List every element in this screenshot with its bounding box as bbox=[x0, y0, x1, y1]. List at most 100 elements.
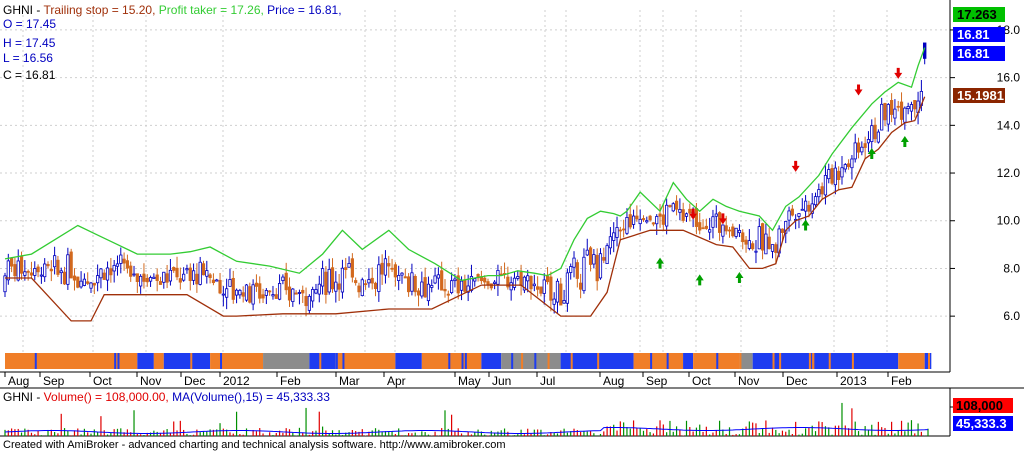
signal-band-segment bbox=[633, 353, 684, 369]
legend-line: GHNI - Trailing stop = 15.20, Profit tak… bbox=[3, 3, 342, 17]
signal-band-stripe bbox=[253, 353, 256, 369]
candle-body bbox=[198, 261, 202, 285]
x-tick-label: Oct bbox=[692, 374, 711, 388]
candle-body bbox=[655, 216, 659, 225]
signal-band-stripe bbox=[765, 353, 768, 369]
signal-band-stripe bbox=[335, 353, 338, 369]
candle-body bbox=[903, 107, 907, 123]
candle-body bbox=[46, 264, 50, 267]
candle-body bbox=[347, 263, 351, 268]
signal-band-stripe bbox=[779, 353, 782, 369]
signal-band-stripe bbox=[342, 353, 345, 369]
signal-band-stripe bbox=[153, 353, 156, 369]
candle-body bbox=[909, 104, 914, 112]
candle-body bbox=[158, 281, 163, 285]
candle-body bbox=[684, 213, 689, 217]
candle-body bbox=[797, 213, 801, 217]
candle-body bbox=[890, 100, 894, 115]
candle-body bbox=[10, 257, 14, 267]
candle-body bbox=[483, 277, 487, 283]
x-tick-label: Oct bbox=[93, 374, 112, 388]
candle-body bbox=[33, 268, 37, 276]
candle-body bbox=[340, 267, 345, 293]
signal-band-stripe bbox=[44, 353, 47, 369]
candle-body bbox=[178, 278, 182, 283]
candle-body bbox=[225, 288, 229, 298]
candle-body bbox=[717, 212, 722, 233]
signal-band-segment bbox=[421, 353, 482, 369]
candle-body bbox=[287, 286, 292, 301]
candle-body bbox=[115, 263, 120, 267]
signal-band-stripe bbox=[385, 353, 388, 369]
candle-body bbox=[363, 283, 368, 286]
signal-band-stripe bbox=[891, 353, 894, 369]
candle-body bbox=[139, 275, 143, 287]
signal-band-stripe bbox=[497, 353, 500, 369]
price-tag-label: 16.81 bbox=[957, 27, 990, 42]
candle-body bbox=[701, 227, 705, 230]
x-tick-label: Sep bbox=[43, 374, 65, 388]
candle-body bbox=[182, 273, 186, 281]
candle-body bbox=[493, 281, 497, 284]
candle-body bbox=[678, 209, 682, 213]
candle-body bbox=[39, 274, 43, 277]
signal-band-stripe bbox=[511, 353, 514, 369]
signal-band-stripe bbox=[716, 353, 719, 369]
x-tick-label: May bbox=[458, 374, 481, 388]
candle-body bbox=[833, 167, 837, 186]
x-tick-label: Sep bbox=[646, 374, 668, 388]
candle-body bbox=[737, 229, 742, 234]
x-tick-label: 2012 bbox=[223, 374, 250, 388]
candle-body bbox=[751, 243, 755, 250]
candle-body bbox=[36, 266, 40, 273]
y-tick-label: 16.0 bbox=[997, 71, 1021, 85]
candle-body bbox=[866, 139, 871, 144]
signal-band-stripe bbox=[722, 353, 725, 369]
signal-band-segment bbox=[501, 353, 561, 369]
candle-body bbox=[188, 267, 192, 282]
candle-body bbox=[651, 222, 656, 225]
candle-body bbox=[96, 275, 100, 284]
candle-body bbox=[410, 272, 414, 292]
x-tick-label: Jul bbox=[540, 374, 555, 388]
candle-body bbox=[43, 263, 47, 278]
candle-body bbox=[880, 103, 884, 131]
signal-band-stripe bbox=[150, 353, 153, 369]
volume-ticker: GHNI - bbox=[3, 390, 44, 404]
signal-band-stripe bbox=[534, 353, 537, 369]
candle-body bbox=[526, 275, 530, 282]
candle-body bbox=[86, 281, 90, 284]
candle-body bbox=[284, 272, 288, 291]
candle-body bbox=[195, 273, 199, 285]
signal-band-stripe bbox=[173, 353, 176, 369]
candle-body bbox=[132, 273, 136, 276]
x-tick-label: Feb bbox=[280, 374, 301, 388]
signal-band-stripe bbox=[114, 353, 117, 369]
candle-body bbox=[162, 271, 166, 283]
candle-body bbox=[330, 267, 335, 290]
candle-body bbox=[516, 276, 520, 279]
signal-band-stripe bbox=[928, 353, 930, 369]
candle-body bbox=[473, 278, 477, 282]
candle-body bbox=[82, 278, 86, 286]
candle-body bbox=[271, 294, 275, 297]
candle-body bbox=[714, 213, 718, 217]
candle-body bbox=[615, 227, 619, 238]
candle-body bbox=[76, 276, 80, 288]
candle-body bbox=[430, 285, 434, 288]
candle-body bbox=[787, 210, 791, 221]
candle-body bbox=[16, 260, 20, 281]
signal-band-stripe bbox=[808, 353, 811, 369]
candle-body bbox=[72, 275, 77, 281]
candle-body bbox=[896, 105, 900, 108]
signal-band-stripe bbox=[87, 353, 90, 369]
candle-body bbox=[13, 264, 17, 277]
signal-band-stripe bbox=[560, 353, 563, 369]
y-tick-label: 6.0 bbox=[1003, 309, 1020, 323]
x-tick-label: Feb bbox=[891, 374, 912, 388]
candle-body bbox=[731, 226, 735, 237]
candle-body bbox=[496, 270, 500, 285]
signal-band-stripe bbox=[444, 353, 447, 369]
candle-body bbox=[215, 279, 219, 282]
candle-body bbox=[648, 215, 652, 221]
